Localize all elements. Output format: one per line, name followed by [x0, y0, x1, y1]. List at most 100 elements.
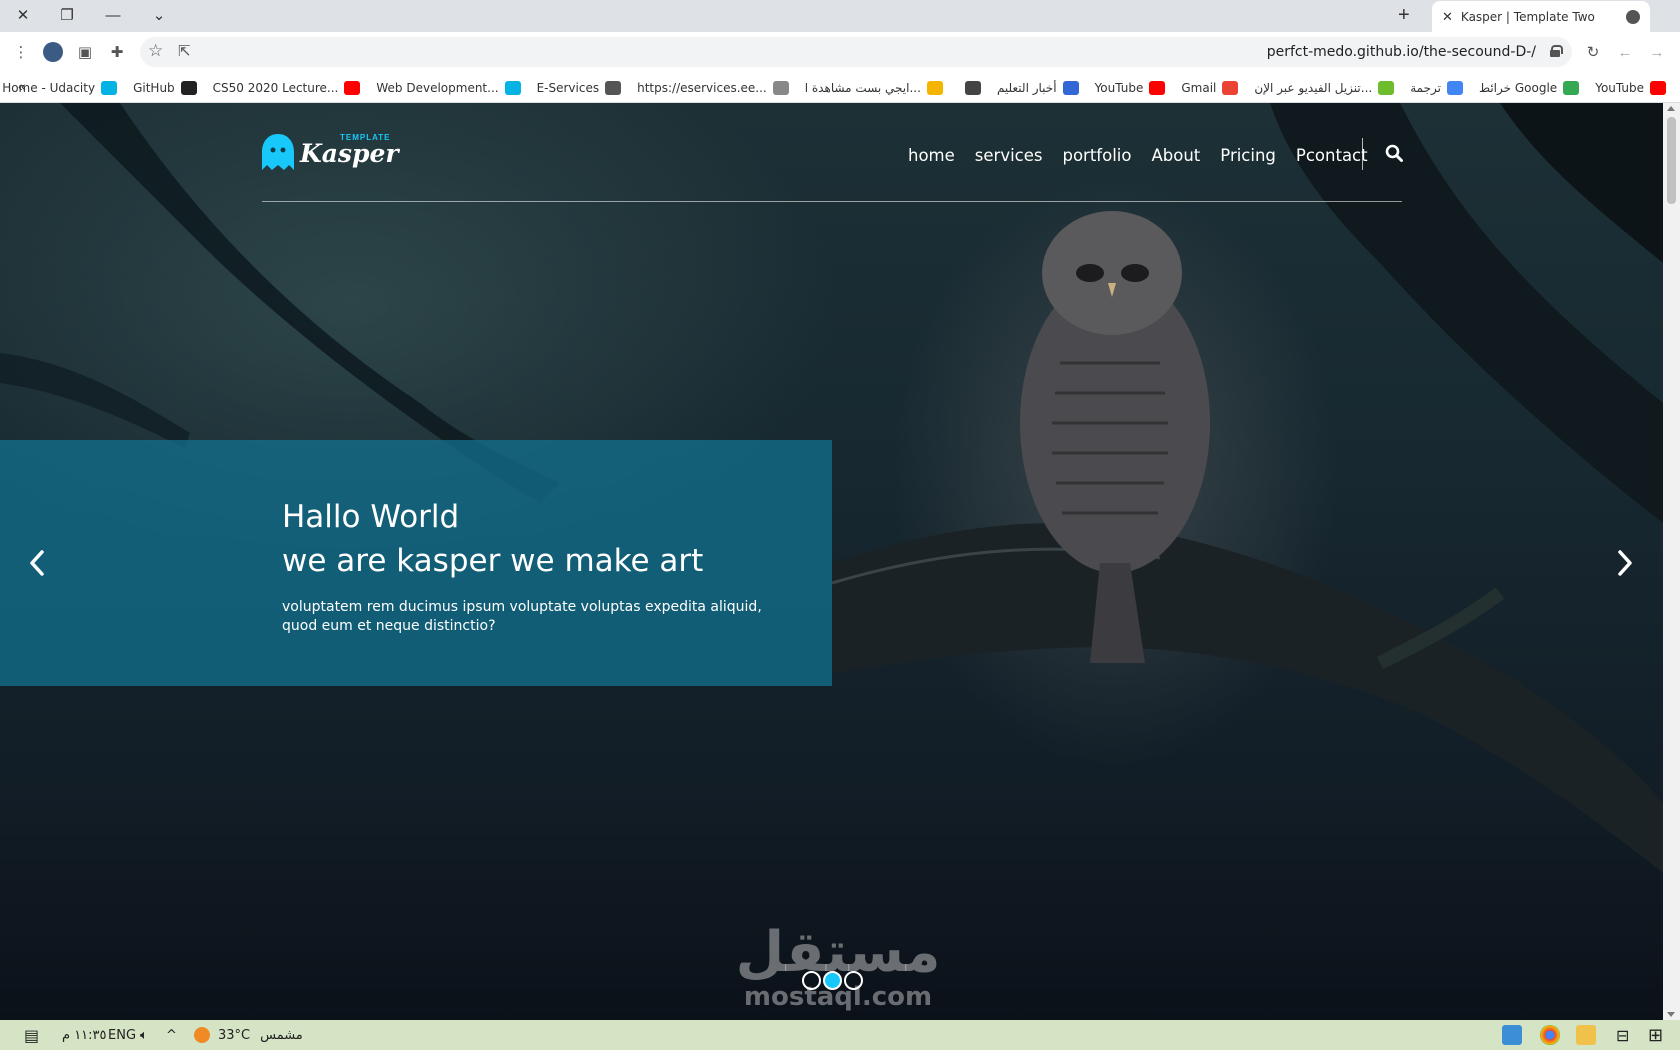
slider-dot[interactable]: [844, 971, 863, 990]
bookmark-label: تنزيل الفيديو عبر الإن...: [1254, 80, 1373, 95]
bookmark-item[interactable]: خرائط Google: [1478, 80, 1580, 95]
nav-link-pcontact[interactable]: Pcontact: [1296, 146, 1368, 165]
windows-taskbar: ▤ ١١:٣٥ م ENG 🔈︎ ^ 33°C مشمس ⊟ ⊞: [0, 1020, 1680, 1050]
page-viewport: TEMPLATE Kasper home services portfolio Abo…: [0, 103, 1680, 1020]
bookmark-item[interactable]: Home - Udacity: [2, 80, 118, 95]
show-hidden-icons-chevron-icon[interactable]: ^: [166, 1020, 177, 1050]
file-explorer-icon[interactable]: [1576, 1025, 1596, 1045]
lock-icon[interactable]: [1550, 45, 1563, 57]
nav-link-services[interactable]: services: [975, 146, 1043, 165]
windows-start-icon[interactable]: ⊞: [1648, 1020, 1663, 1050]
task-view-icon[interactable]: ⊟: [1616, 1020, 1629, 1050]
bookmark-item[interactable]: GitHub: [133, 80, 197, 95]
browser-toolbar: ⋮ ▣ ✚ ☆ ⇱ perfct-medo.github.io/the-seco…: [0, 32, 1680, 72]
search-icon[interactable]: [1385, 144, 1403, 162]
slider-next-arrow-icon[interactable]: [1610, 543, 1640, 583]
bookmark-label: ترجمة: [1410, 80, 1441, 95]
bookmark-label: Gmail: [1181, 80, 1217, 95]
bookmark-item[interactable]: [959, 80, 981, 95]
bookmark-label: GitHub: [133, 80, 175, 95]
translate-icon: [1446, 80, 1463, 95]
temperature: 33°C: [218, 1027, 251, 1043]
slide-text: voluptatem rem ducimus ipsum voluptate v…: [282, 599, 762, 634]
globe-icon: [964, 80, 981, 95]
weather-widget[interactable]: 33°C مشمس: [194, 1020, 303, 1050]
slide-heading: Hallo World we are kasper we make art: [282, 495, 703, 583]
side-panel-icon[interactable]: ▣: [72, 32, 98, 72]
tab-close-icon[interactable]: ✕: [1442, 9, 1453, 25]
bookmark-label: خرائط Google: [1478, 80, 1558, 95]
bookmark-label: E-Services: [536, 80, 600, 95]
notifications-icon[interactable]: ▤: [24, 1020, 39, 1050]
bookmark-item[interactable]: Web Development...: [376, 80, 521, 95]
extensions-icon[interactable]: ✚: [104, 32, 130, 72]
new-tab-icon[interactable]: +: [1398, 4, 1410, 27]
bookmarks-bar: « YouTube خرائط Google ترجمة تنزيل الفيديو …: [0, 72, 1680, 103]
bookmark-item[interactable]: YouTube: [1094, 80, 1166, 95]
tab-search-chevron-icon[interactable]: ⌄: [136, 0, 182, 30]
browser-tab[interactable]: ✕ Kasper | Template Two: [1432, 1, 1650, 32]
nav-link-pricing[interactable]: Pricing: [1220, 146, 1276, 165]
address-bar[interactable]: ☆ ⇱ perfct-medo.github.io/the-secound-D-…: [140, 37, 1572, 67]
nav-divider: [1362, 138, 1363, 170]
nav-link-portfolio[interactable]: portfolio: [1062, 146, 1131, 165]
forward-icon[interactable]: ←: [1612, 32, 1638, 72]
bookmark-item[interactable]: Gmail: [1181, 80, 1239, 95]
share-icon[interactable]: ⇱: [178, 42, 191, 60]
bookmark-item[interactable]: تنزيل الفيديو عبر الإن...: [1254, 80, 1395, 95]
main-navigation: home services portfolio About Pricing Pcontac…: [908, 140, 1368, 170]
bookmark-label: ايجي بست مشاهدة ا...: [804, 80, 921, 95]
bookmark-star-icon[interactable]: ☆: [148, 41, 163, 61]
bookmark-item[interactable]: ايجي بست مشاهدة ا...: [804, 80, 943, 95]
sun-icon: [194, 1027, 210, 1043]
language-indicator[interactable]: ENG: [108, 1020, 136, 1050]
slider-prev-arrow-icon[interactable]: [22, 543, 52, 583]
egybest-icon: [926, 80, 943, 95]
slider-dot[interactable]: [802, 971, 821, 990]
profile-avatar[interactable]: [40, 32, 66, 72]
slide-heading-line2: we are kasper we make art: [282, 543, 704, 579]
site-logo[interactable]: TEMPLATE Kasper: [262, 131, 399, 173]
tab-bar: ✕ ❐ — ⌄ + ✕ Kasper | Template Two: [0, 0, 1680, 32]
globe-icon: [1626, 9, 1640, 24]
menu-dots-icon[interactable]: ⋮: [8, 32, 34, 72]
slider-dot[interactable]: [823, 971, 842, 990]
hero-section: TEMPLATE Kasper home services portfolio Abo…: [0, 103, 1663, 1020]
taskbar-clock[interactable]: ١١:٣٥ م: [62, 1020, 107, 1050]
page-scrollbar[interactable]: [1663, 103, 1680, 1020]
youtube-icon: [344, 80, 361, 95]
bookmark-item[interactable]: https://eservices.ee...: [637, 80, 789, 95]
maps-icon: [1563, 80, 1580, 95]
slide-caption-box: Hallo World we are kasper we make art vo…: [0, 440, 832, 686]
back-icon[interactable]: →: [1644, 32, 1670, 72]
bookmark-label: Home - Udacity: [2, 80, 96, 95]
volume-icon[interactable]: 🔈︎: [140, 1020, 148, 1050]
url-text[interactable]: perfct-medo.github.io/the-secound-D-/: [1267, 37, 1536, 67]
bookmark-item[interactable]: أخبار التعليم: [996, 80, 1079, 95]
udacity-icon: [504, 80, 521, 95]
chrome-icon[interactable]: [1540, 1025, 1560, 1045]
scroll-down-icon[interactable]: [1667, 1012, 1675, 1017]
youtube-icon: [1149, 80, 1166, 95]
scroll-up-icon[interactable]: [1667, 106, 1675, 111]
close-window-icon[interactable]: ✕: [0, 0, 46, 30]
nav-link-home[interactable]: home: [908, 146, 955, 165]
app-icon[interactable]: [1502, 1025, 1522, 1045]
header-underline: [262, 201, 1402, 202]
slide-heading-line1: Hallo World: [282, 499, 460, 535]
bookmark-label: أخبار التعليم: [996, 80, 1057, 95]
gmail-icon: [1222, 80, 1239, 95]
minimize-window-icon[interactable]: —: [90, 0, 136, 30]
bookmark-label: CS50 2020 Lecture...: [212, 80, 339, 95]
bookmark-item[interactable]: E-Services: [536, 80, 622, 95]
restore-window-icon[interactable]: ❐: [44, 0, 90, 30]
bookmark-item[interactable]: CS50 2020 Lecture...: [212, 80, 361, 95]
bookmark-item[interactable]: YouTube: [1595, 80, 1666, 95]
eservices-logo-icon: [605, 80, 622, 95]
scrollbar-thumb[interactable]: [1667, 117, 1676, 204]
bookmark-label: YouTube: [1094, 80, 1144, 95]
nav-link-about[interactable]: About: [1151, 146, 1200, 165]
reload-icon[interactable]: ↻: [1580, 32, 1606, 72]
bookmark-item[interactable]: ترجمة: [1410, 80, 1463, 95]
bookmark-list: YouTube خرائط Google ترجمة تنزيل الفيديو عب…: [2, 72, 1666, 103]
